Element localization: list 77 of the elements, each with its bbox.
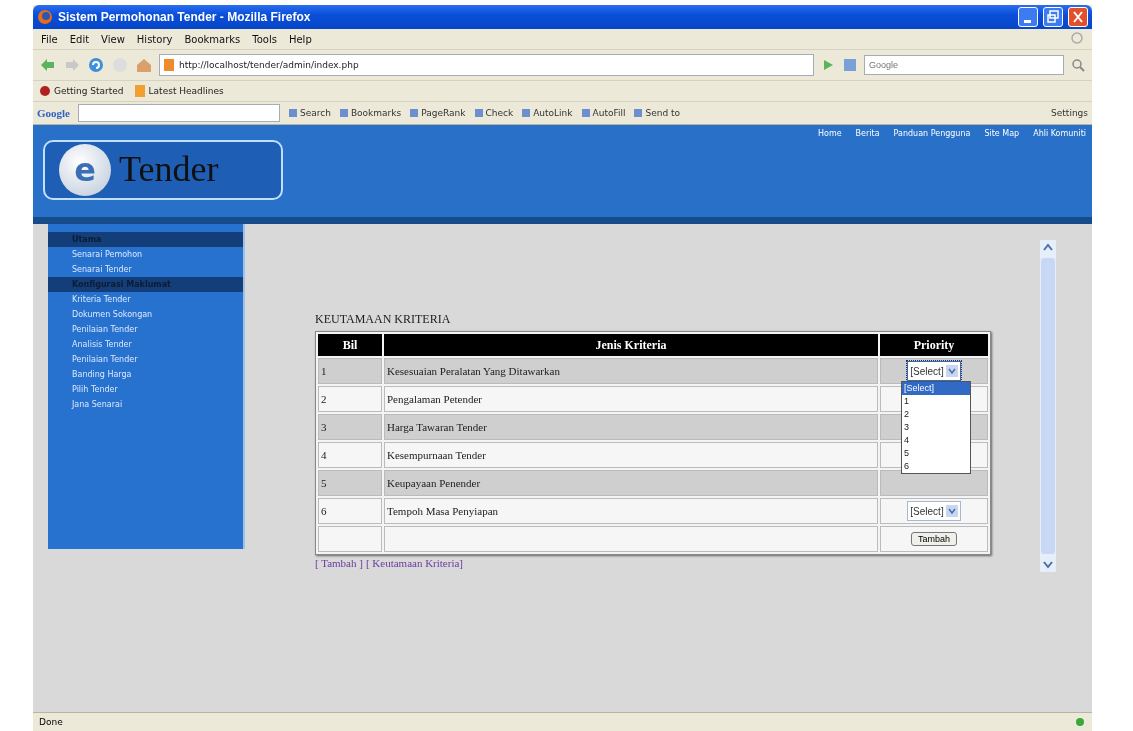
- table-cell: 6: [318, 498, 382, 524]
- site-nav-link[interactable]: Berita: [855, 129, 880, 138]
- column-header: Bil: [318, 334, 382, 356]
- dropdown-option[interactable]: [Select]: [902, 382, 970, 395]
- toolbar-button[interactable]: AutoLink: [533, 108, 573, 118]
- page-link[interactable]: [ Tambah ]: [315, 557, 363, 569]
- table-cell: 1: [318, 358, 382, 384]
- table-cell: Tempoh Masa Penyiapan: [384, 498, 878, 524]
- sidebar-heading: Konfigurasi Maklumat: [48, 277, 243, 292]
- search-field[interactable]: Google: [864, 55, 1064, 75]
- menu-item[interactable]: View: [101, 33, 125, 45]
- google-toolbar-logo: Google: [37, 107, 70, 119]
- menu-item[interactable]: Tools: [252, 33, 277, 45]
- site-nav-link[interactable]: Ahli Komuniti: [1033, 129, 1086, 138]
- toolbar-button[interactable]: Send to: [645, 108, 680, 118]
- menu-item[interactable]: File: [41, 33, 58, 45]
- table-cell: 5: [318, 470, 382, 496]
- reload-icon[interactable]: [87, 57, 105, 73]
- home-icon[interactable]: [135, 57, 153, 73]
- dropdown-option[interactable]: 4: [902, 434, 970, 447]
- table-cell: Harga Tawaran Tender: [384, 414, 878, 440]
- sidebar-item[interactable]: Banding Harga: [48, 367, 243, 382]
- page-icon: [163, 57, 175, 73]
- section-title: KEUTAMAAN KRITERIA: [315, 312, 452, 327]
- toolbar-button[interactable]: Search: [300, 108, 331, 118]
- sidebar-item[interactable]: Penilaian Tender: [48, 322, 243, 337]
- address-bar[interactable]: http://localhost/tender/admin/index.php: [159, 54, 814, 76]
- settings-button[interactable]: Settings: [1051, 108, 1088, 118]
- table-cell: Kesempurnaan Tender: [384, 442, 878, 468]
- site-logo[interactable]: e Tender: [43, 140, 283, 200]
- dropdown-option[interactable]: 6: [902, 460, 970, 473]
- menu-item[interactable]: Edit: [69, 33, 90, 45]
- add-button[interactable]: Tambah: [911, 532, 957, 546]
- window-title: Sistem Permohonan Tender - Mozilla Firefox: [58, 10, 312, 24]
- minimize-button[interactable]: [1018, 7, 1038, 27]
- sidebar-item[interactable]: Kriteria Tender: [48, 292, 243, 307]
- priority-select[interactable]: [Select]: [907, 361, 961, 381]
- page-link[interactable]: [ Keutamaan Kriteria]: [365, 557, 464, 569]
- sidebar-item[interactable]: Analisis Tender: [48, 337, 243, 352]
- sidebar-item[interactable]: Jana Senarai: [48, 397, 243, 412]
- sidebar-heading: Utama: [48, 232, 243, 247]
- throbber-icon: [1070, 30, 1084, 46]
- toolbar-button[interactable]: Bookmarks: [350, 108, 402, 118]
- sidebar-item[interactable]: Penilaian Tender: [48, 352, 243, 367]
- site-nav-link[interactable]: Panduan Pengguna: [893, 129, 971, 138]
- site-nav-link[interactable]: Site Map: [984, 129, 1020, 138]
- sidebar-item[interactable]: Senarai Pemohon: [48, 247, 243, 262]
- table-cell: Keupayaan Penender: [384, 470, 878, 496]
- status-text: Done: [39, 717, 63, 727]
- bookmark-link[interactable]: Latest Headlines: [148, 86, 224, 96]
- toolbar-search-field[interactable]: [78, 104, 280, 122]
- scrollbar[interactable]: [1040, 240, 1056, 572]
- table-cell: Kesesuaian Peralatan Yang Ditawarkan: [384, 358, 878, 384]
- toolbar-button[interactable]: PageRank: [421, 108, 466, 118]
- table-cell: Pengalaman Petender: [384, 386, 878, 412]
- back-icon[interactable]: [39, 57, 57, 73]
- sidebar-item[interactable]: Senarai Tender: [48, 262, 243, 277]
- table-cell: 2: [318, 386, 382, 412]
- menu-item[interactable]: Bookmarks: [184, 33, 241, 45]
- forward-icon[interactable]: [63, 57, 81, 73]
- table-cell: 4: [318, 442, 382, 468]
- search-icon[interactable]: [1070, 57, 1086, 73]
- sidebar-item[interactable]: Dokumen Sokongan: [48, 307, 243, 322]
- firefox-icon: [37, 9, 53, 25]
- site-nav-link[interactable]: Home: [817, 129, 842, 138]
- menu-item[interactable]: History: [136, 33, 173, 45]
- dropdown-option[interactable]: 2: [902, 408, 970, 421]
- bookmark-link[interactable]: Getting Started: [54, 86, 124, 96]
- bookmark-icon: [39, 83, 51, 99]
- column-header: Jenis Kriteria: [384, 334, 878, 356]
- toolbar-button[interactable]: Check: [485, 108, 514, 118]
- toolbar-button[interactable]: AutoFill: [592, 108, 626, 118]
- column-header: Priority: [880, 334, 988, 356]
- sidebar-item[interactable]: Pilih Tender: [48, 382, 243, 397]
- table-cell: 3: [318, 414, 382, 440]
- menu-item[interactable]: Help: [288, 33, 312, 45]
- priority-select[interactable]: [Select]: [907, 501, 961, 521]
